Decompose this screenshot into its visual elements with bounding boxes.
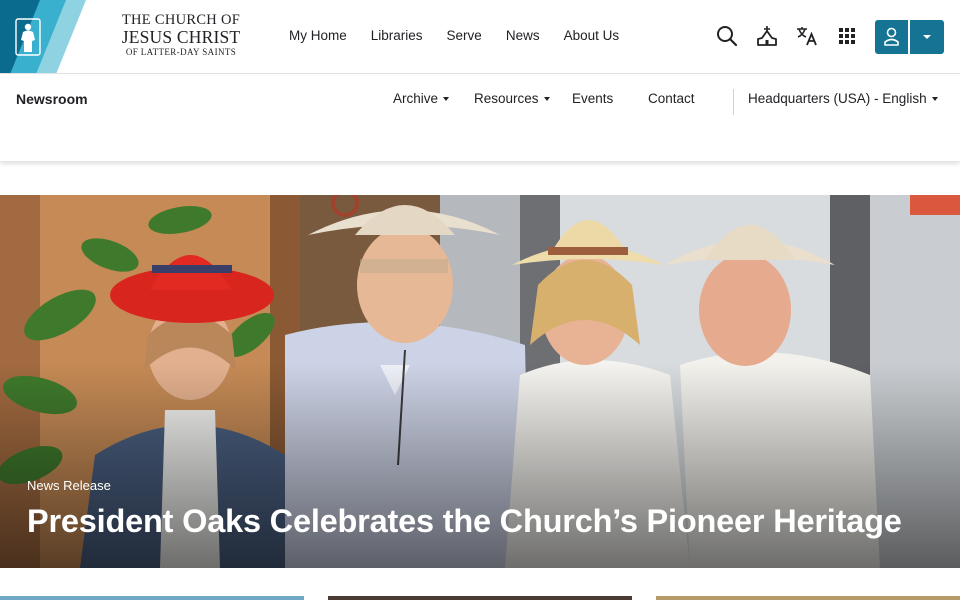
article-card[interactable] <box>0 596 304 600</box>
subnav-resources[interactable]: Resources <box>474 91 550 106</box>
subnav-archive[interactable]: Archive <box>393 91 450 106</box>
region-label: Headquarters (USA) - English <box>748 91 927 106</box>
meetinghouse-icon[interactable] <box>755 24 779 48</box>
wordmark-line-3: OF LATTER-DAY SAINTS <box>125 47 237 57</box>
church-wordmark[interactable]: THE CHURCH OF JESUS CHRIST OF LATTER-DAY… <box>116 13 246 57</box>
main-nav: My Home Libraries Serve News About Us <box>289 28 643 43</box>
caret-down-icon <box>443 97 450 102</box>
hero-kicker: News Release <box>27 478 111 493</box>
article-card[interactable] <box>656 596 960 600</box>
search-icon[interactable] <box>715 24 739 48</box>
subnav-contact[interactable]: Contact <box>648 91 695 106</box>
article-card[interactable] <box>328 596 632 600</box>
nav-my-home[interactable]: My Home <box>289 28 347 43</box>
christus-statue-icon <box>15 18 41 56</box>
subnav-divider <box>733 89 734 115</box>
newsroom-subnav: Newsroom Archive Resources Events Contac… <box>0 74 960 161</box>
nav-serve[interactable]: Serve <box>447 28 482 43</box>
account-menu <box>875 20 944 54</box>
apps-grid-icon[interactable] <box>835 24 859 48</box>
church-logo[interactable] <box>0 0 102 73</box>
chevron-down-icon <box>923 35 931 39</box>
account-dropdown-button[interactable] <box>910 20 944 54</box>
subnav-archive-label: Archive <box>393 91 439 106</box>
global-header: THE CHURCH OF JESUS CHRIST OF LATTER-DAY… <box>0 0 960 74</box>
caret-down-icon <box>543 97 550 102</box>
nav-about-us[interactable]: About Us <box>564 28 620 43</box>
region-language-selector[interactable]: Headquarters (USA) - English <box>748 91 938 106</box>
newsroom-title[interactable]: Newsroom <box>16 91 88 107</box>
account-button[interactable] <box>875 20 908 54</box>
nav-libraries[interactable]: Libraries <box>371 28 423 43</box>
nav-news[interactable]: News <box>506 28 540 43</box>
hero-headline[interactable]: President Oaks Celebrates the Church’s P… <box>27 503 902 540</box>
translate-icon[interactable] <box>795 24 819 48</box>
subnav-resources-label: Resources <box>474 91 539 106</box>
hero-feature[interactable]: News Release President Oaks Celebrates t… <box>0 195 960 568</box>
subnav-events[interactable]: Events <box>572 91 613 106</box>
wordmark-line-2: JESUS CHRIST <box>121 26 241 47</box>
caret-down-icon <box>931 97 938 102</box>
account-icon <box>884 27 899 46</box>
wordmark-line-1: THE CHURCH OF <box>121 12 241 28</box>
